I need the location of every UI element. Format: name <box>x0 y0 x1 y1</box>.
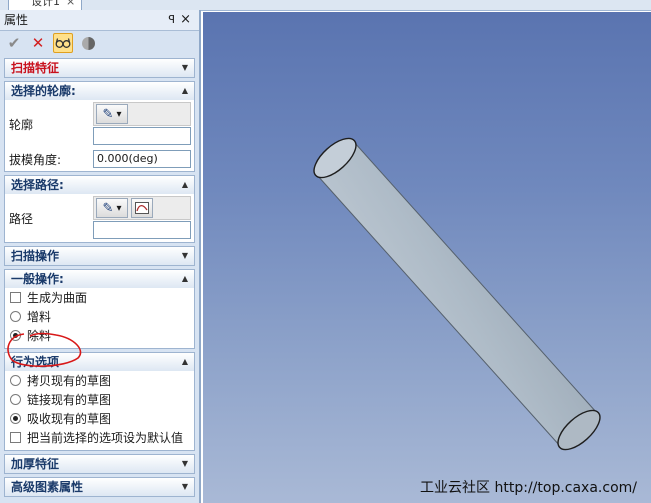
tube-body <box>316 141 598 447</box>
close-icon[interactable]: × <box>66 0 75 8</box>
set-default-checkbox[interactable] <box>10 432 21 443</box>
panel-title-bar: 属性 ꟼ × <box>0 10 199 31</box>
chevron-down-icon[interactable]: ▼ <box>182 478 188 496</box>
check-icon[interactable]: ✔ <box>5 34 23 52</box>
advanced-attributes-header[interactable]: 高级图素属性 ▼ <box>5 478 194 496</box>
set-default-label: 把当前选择的选项设为默认值 <box>27 431 184 445</box>
shade-ball-icon[interactable] <box>79 34 97 52</box>
sweep-feature-section: 扫描特征 ▼ <box>4 58 195 78</box>
add-material-radio[interactable] <box>10 311 21 322</box>
cancel-icon[interactable]: ✕ <box>29 34 47 52</box>
select-path-title: 选择路径: <box>11 178 64 192</box>
link-sketch-label: 链接现有的草图 <box>27 393 112 407</box>
chevron-up-icon[interactable]: ▲ <box>182 270 188 288</box>
pencil-icon: ✎ <box>102 200 114 216</box>
watermark-text: 工业云社区 http://top.caxa.com/ <box>420 480 637 496</box>
behavior-options-title: 行为选项 <box>11 355 60 369</box>
path-label: 路径 <box>9 212 34 226</box>
profile-pick-area: ✎ ▾ <box>93 102 191 126</box>
link-sketch-radio[interactable] <box>10 394 21 405</box>
remove-material-label: 除料 <box>27 329 52 343</box>
pencil-icon: ✎ <box>102 106 114 122</box>
copy-sketch-label: 拷贝现有的草图 <box>27 374 112 388</box>
absorb-sketch-radio[interactable] <box>10 413 21 424</box>
chevron-down-icon[interactable]: ▼ <box>182 59 188 77</box>
sweep-feature-header[interactable]: 扫描特征 ▼ <box>5 59 194 77</box>
profile-pick-button[interactable]: ✎ ▾ <box>96 104 128 124</box>
thicken-feature-section: 加厚特征 ▼ <box>4 454 195 474</box>
chevron-up-icon[interactable]: ▲ <box>182 82 188 100</box>
general-operation-header[interactable]: 一般操作: ▲ <box>5 270 194 288</box>
chevron-up-icon[interactable]: ▲ <box>182 353 188 371</box>
absorb-sketch-option[interactable]: 吸收现有的草图 <box>7 409 192 428</box>
set-default-option[interactable]: 把当前选择的选项设为默认值 <box>7 428 192 447</box>
chevron-down-icon[interactable]: ▼ <box>182 455 188 473</box>
path-curve-button[interactable] <box>131 198 153 218</box>
properties-panel: 属性 ꟼ × ✔ ✕ 扫描特征 ▼ 选择的轮廓: ▲ 轮廓 ✎ ▾ 拔模角度: … <box>0 10 201 503</box>
3d-viewport[interactable]: 工业云社区 http://top.caxa.com/ <box>203 12 651 503</box>
select-profile-header[interactable]: 选择的轮廓: ▲ <box>5 82 194 100</box>
generate-surface-option[interactable]: 生成为曲面 <box>7 288 192 307</box>
select-path-header[interactable]: 选择路径: ▲ <box>5 176 194 194</box>
draft-angle-label: 拔模角度: <box>9 152 62 167</box>
preview-glasses-icon[interactable] <box>53 33 73 53</box>
general-operation-section: 一般操作: ▲ 生成为曲面 增料 除料 <box>4 269 195 349</box>
generate-surface-label: 生成为曲面 <box>27 291 88 305</box>
tube-model[interactable] <box>203 12 651 503</box>
link-sketch-option[interactable]: 链接现有的草图 <box>7 390 192 409</box>
behavior-options-section: 行为选项 ▲ 拷贝现有的草图 链接现有的草图 吸收现有的草图 把当前选择的选项设… <box>4 352 195 451</box>
select-path-section: 选择路径: ▲ 路径 ✎ ▾ <box>4 175 195 243</box>
add-material-label: 增料 <box>27 310 52 324</box>
behavior-options-header[interactable]: 行为选项 ▲ <box>5 353 194 371</box>
curve-icon <box>135 202 149 214</box>
path-pick-button[interactable]: ✎ ▾ <box>96 198 128 218</box>
path-field[interactable] <box>93 221 191 239</box>
profile-label: 轮廓 <box>9 118 34 132</box>
remove-material-option[interactable]: 除料 <box>7 326 192 345</box>
sweep-operation-section: 扫描操作 ▼ <box>4 246 195 266</box>
remove-material-radio[interactable] <box>10 330 21 341</box>
advanced-attributes-title: 高级图素属性 <box>11 480 84 494</box>
generate-surface-checkbox[interactable] <box>10 292 21 303</box>
select-profile-section: 选择的轮廓: ▲ 轮廓 ✎ ▾ 拔模角度: 0.000(deg) <box>4 81 195 172</box>
add-material-option[interactable]: 增料 <box>7 307 192 326</box>
thicken-feature-title: 加厚特征 <box>11 457 60 471</box>
close-icon[interactable]: × <box>180 10 191 30</box>
profile-field[interactable] <box>93 127 191 145</box>
thicken-feature-header[interactable]: 加厚特征 ▼ <box>5 455 194 473</box>
panel-toolbar: ✔ ✕ <box>0 31 199 55</box>
select-profile-title: 选择的轮廓: <box>11 84 76 98</box>
sweep-feature-title: 扫描特征 <box>11 61 60 75</box>
advanced-attributes-section: 高级图素属性 ▼ <box>4 477 195 497</box>
absorb-sketch-label: 吸收现有的草图 <box>27 412 112 426</box>
draft-angle-input[interactable]: 0.000(deg) <box>93 150 191 168</box>
sweep-operation-title: 扫描操作 <box>11 249 60 263</box>
chevron-down-icon[interactable]: ▼ <box>182 247 188 265</box>
sweep-operation-header[interactable]: 扫描操作 ▼ <box>5 247 194 265</box>
general-operation-title: 一般操作: <box>11 272 64 286</box>
pin-icon[interactable]: ꟼ <box>168 10 175 30</box>
copy-sketch-option[interactable]: 拷贝现有的草图 <box>7 371 192 390</box>
path-pick-area: ✎ ▾ <box>93 196 191 220</box>
copy-sketch-radio[interactable] <box>10 375 21 386</box>
panel-title: 属性 <box>4 13 29 27</box>
chevron-up-icon[interactable]: ▲ <box>182 176 188 194</box>
document-tab-label: 设计1 <box>31 0 60 8</box>
